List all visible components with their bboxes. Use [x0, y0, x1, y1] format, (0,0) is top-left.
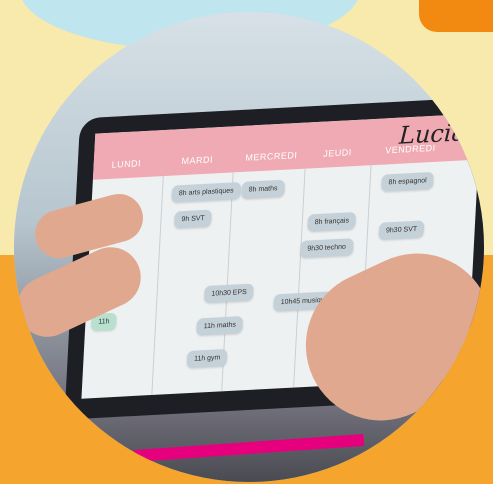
schedule-header: Lucia LUNDI MARDI MERCREDI JEUDI VENDRED…	[92, 113, 481, 180]
day-label-thursday: JEUDI	[323, 147, 353, 159]
event-card[interactable]: 8h français	[307, 212, 357, 232]
event-card[interactable]: 8h arts plastiques	[171, 182, 242, 203]
event-card[interactable]: 8h maths	[241, 179, 285, 200]
event-card[interactable]: 10h30 EPS	[203, 283, 255, 304]
day-label-friday: VENDREDI	[384, 142, 436, 156]
event-card[interactable]: 9h30 techno	[299, 238, 354, 259]
event-card[interactable]: 9h30 SVT	[378, 220, 425, 240]
day-label-monday: LUNDI	[111, 158, 142, 170]
event-card[interactable]: 9h SVT	[173, 209, 213, 229]
day-label-wednesday: MERCREDI	[245, 150, 298, 163]
event-card[interactable]: 8h espagnol	[381, 171, 435, 192]
circular-photo: Lucia LUNDI MARDI MERCREDI JEUDI VENDRED…	[14, 12, 484, 482]
event-card[interactable]: 11h maths	[196, 316, 244, 336]
column-divider	[151, 176, 164, 396]
event-card[interactable]: 11h gym	[186, 348, 228, 369]
day-label-tuesday: MARDI	[181, 154, 214, 167]
column-divider	[293, 168, 306, 388]
